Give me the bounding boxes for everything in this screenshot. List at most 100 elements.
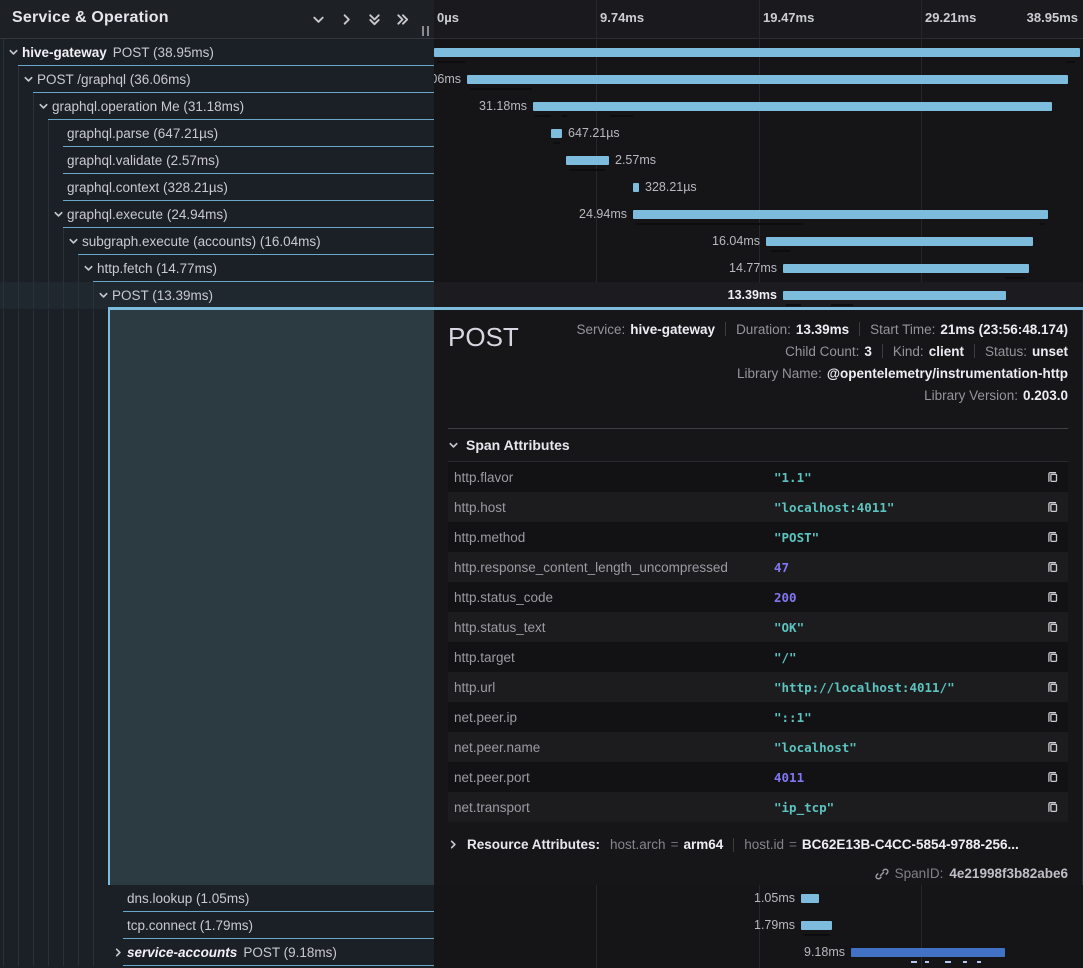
start-time-label: Start Time: bbox=[870, 322, 935, 337]
copy-icon[interactable] bbox=[1045, 589, 1060, 605]
copy-icon[interactable] bbox=[1045, 739, 1060, 755]
duration-label: 2.57ms bbox=[615, 147, 656, 174]
timeline-panel: 0µs 9.74ms 19.47ms 29.21ms 38.95ms 36.06… bbox=[434, 0, 1083, 968]
attribute-row: http.url"http://localhost:4011/" bbox=[448, 672, 1068, 702]
expand-all-icon[interactable] bbox=[367, 12, 382, 27]
service-value: hive-gateway bbox=[630, 322, 715, 337]
duration-bar[interactable] bbox=[783, 291, 1006, 300]
span-bar-row[interactable]: 1.79ms bbox=[434, 912, 1083, 939]
span-bar-row[interactable]: 647.21µs bbox=[434, 120, 1083, 147]
span-label: graphql.validate (2.57ms) bbox=[67, 147, 219, 174]
chevron-down-icon[interactable] bbox=[8, 47, 19, 58]
span-bar-row[interactable]: 1.05ms bbox=[434, 885, 1083, 912]
child-count-value: 3 bbox=[864, 344, 872, 359]
chevron-down-icon[interactable] bbox=[23, 74, 34, 85]
chevron-down-icon[interactable] bbox=[98, 290, 109, 301]
span-row-hive-gateway-post[interactable]: hive-gatewayPOST (38.95ms) bbox=[0, 39, 434, 66]
chevron-down-icon bbox=[448, 440, 459, 451]
resource-key: host.arch bbox=[610, 837, 666, 852]
resource-attributes-row[interactable]: Resource Attributes: host.arch = arm64 h… bbox=[448, 837, 1019, 852]
span-bar-row[interactable]: 16.04ms bbox=[434, 228, 1083, 255]
span-bar-row[interactable]: 2.57ms bbox=[434, 147, 1083, 174]
duration-bar[interactable] bbox=[801, 921, 832, 930]
child-count-label: Child Count: bbox=[785, 344, 859, 359]
span-bar-row[interactable]: 9.18ms bbox=[434, 939, 1083, 966]
duration-bar[interactable] bbox=[633, 183, 639, 192]
timeline-tick: 38.95ms bbox=[1027, 10, 1078, 25]
span-row-post-graphql[interactable]: POST /graphql (36.06ms) bbox=[0, 66, 434, 93]
duration-bar[interactable] bbox=[533, 102, 1052, 111]
resource-key: host.id bbox=[744, 837, 784, 852]
link-icon[interactable] bbox=[875, 867, 889, 881]
span-attributes-toggle[interactable]: Span Attributes bbox=[448, 437, 570, 453]
duration-bar[interactable] bbox=[551, 129, 562, 138]
library-name-label: Library Name: bbox=[737, 366, 822, 381]
expand-one-icon[interactable] bbox=[311, 12, 326, 27]
attribute-row: http.response_content_length_uncompresse… bbox=[448, 552, 1068, 582]
duration-label: Duration: bbox=[736, 322, 791, 337]
copy-icon[interactable] bbox=[1045, 679, 1060, 695]
chevron-down-icon[interactable] bbox=[83, 263, 94, 274]
duration-bar[interactable] bbox=[633, 210, 1048, 219]
attribute-row: http.status_code200 bbox=[448, 582, 1068, 612]
span-row-graphql-execute[interactable]: graphql.execute (24.94ms) bbox=[0, 201, 434, 228]
copy-icon[interactable] bbox=[1045, 499, 1060, 515]
collapse-all-icon[interactable] bbox=[395, 12, 410, 27]
span-detail-panel: POST Service:hive-gateway Duration:13.39… bbox=[434, 310, 1083, 885]
copy-icon[interactable] bbox=[1045, 469, 1060, 485]
span-row-dns-lookup[interactable]: dns.lookup (1.05ms) bbox=[0, 885, 434, 912]
span-bar-row[interactable]: 14.77ms bbox=[434, 255, 1083, 282]
attr-key: http.response_content_length_uncompresse… bbox=[454, 560, 774, 575]
copy-icon[interactable] bbox=[1045, 529, 1060, 545]
span-row-graphql-context[interactable]: graphql.context (328.21µs) bbox=[0, 174, 434, 201]
span-bar-row[interactable]: 36.06ms bbox=[434, 66, 1083, 93]
copy-icon[interactable] bbox=[1045, 649, 1060, 665]
panel-resize-grip[interactable] bbox=[421, 26, 431, 37]
divider bbox=[448, 428, 1068, 429]
span-bar-row[interactable] bbox=[434, 39, 1083, 66]
attr-key: http.flavor bbox=[454, 470, 774, 485]
copy-icon[interactable] bbox=[1045, 709, 1060, 725]
equals-sign: = bbox=[671, 837, 679, 852]
span-row-graphql-operation[interactable]: graphql.operation Me (31.18ms) bbox=[0, 93, 434, 120]
span-bar-row[interactable]: 24.94ms bbox=[434, 201, 1083, 228]
duration-bar[interactable] bbox=[566, 156, 609, 165]
span-row-graphql-parse[interactable]: graphql.parse (647.21µs) bbox=[0, 120, 434, 147]
duration-bar[interactable] bbox=[801, 894, 819, 903]
duration-bar[interactable] bbox=[434, 48, 1080, 57]
span-row-subgraph-execute[interactable]: subgraph.execute (accounts) (16.04ms) bbox=[0, 228, 434, 255]
duration-bar[interactable] bbox=[467, 75, 1068, 84]
resource-value: arm64 bbox=[683, 837, 723, 852]
copy-icon[interactable] bbox=[1045, 559, 1060, 575]
attr-value: "http://localhost:4011/" bbox=[774, 680, 1045, 695]
chevron-down-icon[interactable] bbox=[68, 236, 79, 247]
copy-icon[interactable] bbox=[1045, 799, 1060, 815]
span-label: graphql.parse (647.21µs) bbox=[67, 120, 218, 147]
duration-bar[interactable] bbox=[766, 237, 1033, 246]
collapse-one-icon[interactable] bbox=[339, 12, 354, 27]
chevron-down-icon[interactable] bbox=[53, 209, 64, 220]
span-bar-row[interactable]: 31.18ms bbox=[434, 93, 1083, 120]
duration-bar[interactable] bbox=[851, 948, 1005, 957]
span-row-tcp-connect[interactable]: tcp.connect (1.79ms) bbox=[0, 912, 434, 939]
span-row-graphql-validate[interactable]: graphql.validate (2.57ms) bbox=[0, 147, 434, 174]
chevron-down-icon[interactable] bbox=[38, 101, 49, 112]
span-bar-row[interactable]: 328.21µs bbox=[434, 174, 1083, 201]
attr-value: 200 bbox=[774, 590, 1045, 605]
duration-label: 647.21µs bbox=[568, 120, 620, 147]
status-value: unset bbox=[1032, 344, 1068, 359]
duration-bar[interactable] bbox=[783, 264, 1029, 273]
copy-icon[interactable] bbox=[1045, 619, 1060, 635]
timeline-tick: 0µs bbox=[437, 10, 459, 25]
attr-key: net.peer.name bbox=[454, 740, 774, 755]
span-bar-row-selected[interactable]: 13.39ms bbox=[434, 282, 1083, 309]
span-label: POST /graphql (36.06ms) bbox=[37, 66, 191, 93]
trace-viewer: Service & Operation hive-gatewayPOST (38… bbox=[0, 0, 1083, 968]
duration-label: 31.18ms bbox=[479, 93, 527, 120]
chevron-right-icon[interactable] bbox=[113, 947, 124, 958]
span-row-http-fetch[interactable]: http.fetch (14.77ms) bbox=[0, 255, 434, 282]
copy-icon[interactable] bbox=[1045, 769, 1060, 785]
span-row-post-selected[interactable]: POST (13.39ms) bbox=[0, 282, 434, 309]
span-row-service-accounts-post[interactable]: service-accountsPOST (9.18ms) bbox=[0, 939, 434, 966]
indent-guides bbox=[0, 310, 108, 885]
